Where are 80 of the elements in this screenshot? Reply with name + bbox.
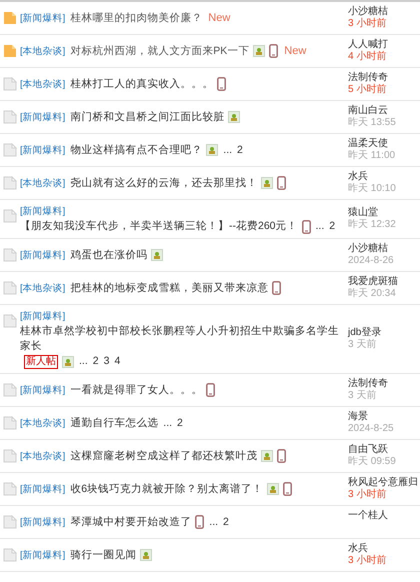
category-link[interactable]: [本地杂谈]: [20, 416, 66, 430]
thread-title-link[interactable]: 【朋友知我没车代步，半卖半送辆三轮！】--花费260元！: [20, 219, 298, 234]
author-link[interactable]: 南山白云: [348, 105, 420, 117]
author-link[interactable]: 水兵: [348, 543, 420, 555]
author-link[interactable]: 法制传奇: [348, 378, 420, 390]
category-link[interactable]: [本地杂谈]: [20, 76, 66, 92]
page-link[interactable]: ...: [79, 354, 88, 369]
thread-title-link[interactable]: 南门桥和文昌桥之间江面比较脏: [70, 110, 224, 124]
thread-title-link[interactable]: 骑行一圈见闻: [70, 548, 136, 562]
category-link[interactable]: [新闻爆料]: [20, 10, 66, 26]
category-link[interactable]: [新闻爆料]: [20, 142, 66, 158]
category-link[interactable]: [新闻爆料]: [20, 482, 66, 496]
post-time: 3 天前: [348, 339, 378, 351]
author-link[interactable]: 水兵: [348, 171, 420, 183]
newbie-badge: 新人帖: [24, 354, 58, 368]
thread-title-link[interactable]: 桂林打工人的真实收入。。。: [70, 76, 214, 92]
page-link[interactable]: ...: [316, 219, 324, 234]
page-link[interactable]: 2: [223, 514, 229, 530]
category-link[interactable]: [新闻爆料]: [20, 309, 66, 324]
author-link[interactable]: 一个桂人: [348, 510, 420, 522]
post-time: 3 小时前: [348, 18, 388, 30]
post-time: 昨天 11:00: [348, 150, 396, 162]
page-link[interactable]: 2: [237, 142, 243, 158]
page-link[interactable]: ...: [223, 142, 232, 158]
post-time: 4 小时前: [348, 51, 388, 63]
author-link[interactable]: 猿山堂: [348, 207, 420, 219]
new-label: New: [284, 44, 306, 58]
category-link[interactable]: [新闻爆料]: [20, 248, 66, 262]
post-time: 3 小时前: [348, 555, 388, 567]
post-time: 昨天 13:55: [348, 117, 397, 129]
page-link[interactable]: 2: [92, 354, 99, 369]
thread-title-link[interactable]: 桂林市卓然学校初中部校长张鹏程等人小升初招生中欺骗多名学生家长: [20, 324, 344, 354]
category-link[interactable]: [新闻爆料]: [20, 548, 66, 562]
thread-title-link[interactable]: 通勤自行车怎么选: [70, 416, 158, 430]
page-link[interactable]: 4: [114, 354, 120, 369]
thread-title-link[interactable]: 收6块钱巧克力就被开除？别太离谱了！: [70, 482, 264, 496]
thread-title-link[interactable]: 桂林哪里的扣肉物美价廉？: [70, 10, 202, 26]
folder-icon: [2, 44, 18, 58]
thread-title-link[interactable]: 尧山就有这么好的云海，还去那里找！: [70, 176, 258, 190]
author-link[interactable]: jdb登录: [348, 327, 420, 339]
thread-title-link[interactable]: 物业这样搞有点不合理吧？: [70, 142, 202, 158]
post-time: 昨天 20:34: [348, 288, 397, 300]
post-time: 2024-8-26: [348, 255, 395, 267]
post-time: 昨天 12:32: [348, 219, 397, 231]
thread-title-link[interactable]: 对标杭州西湖，就人文方面来PK一下: [70, 44, 250, 58]
page-link[interactable]: 2: [177, 416, 183, 430]
category-link[interactable]: [新闻爆料]: [20, 204, 66, 219]
author-link[interactable]: 秋风起兮意雁归: [348, 477, 420, 489]
author-link[interactable]: 海景: [348, 411, 420, 423]
thread-title-link[interactable]: 一看就是得罪了女人。。。: [70, 382, 202, 398]
folder-icon: [2, 11, 18, 25]
author-link[interactable]: 温柔天使: [348, 138, 420, 150]
category-link[interactable]: [新闻爆料]: [20, 382, 66, 398]
author-link[interactable]: 我爱虎斑猫: [348, 276, 420, 288]
thread-title-link[interactable]: 把桂林的地标变成雪糕，美丽又带来凉意: [70, 280, 268, 296]
new-label: New: [208, 10, 230, 26]
category-link[interactable]: [本地杂谈]: [20, 280, 66, 296]
category-link[interactable]: [本地杂谈]: [20, 176, 66, 190]
post-time: 3 天前: [348, 390, 378, 402]
thread-title-link[interactable]: 这棵窟窿老树空成这样了都还枝繁叶茂: [70, 448, 258, 464]
post-time: 2024-8-25: [348, 423, 395, 435]
page-link[interactable]: 3: [104, 354, 110, 369]
category-link[interactable]: [本地杂谈]: [20, 448, 66, 464]
post-time: 5 小时前: [348, 84, 388, 96]
category-link[interactable]: [新闻爆料]: [20, 514, 66, 530]
author-link[interactable]: 小沙糖桔: [348, 243, 420, 255]
category-link[interactable]: [本地杂谈]: [20, 44, 66, 58]
author-link[interactable]: 法制传奇: [348, 72, 420, 84]
thread-title-link[interactable]: 琴潭城中村要开始改造了: [70, 514, 192, 530]
page-link[interactable]: 2: [329, 219, 336, 234]
post-time: 昨天 10:10: [348, 183, 397, 195]
post-time: 昨天 09:59: [348, 456, 397, 468]
author-link[interactable]: 小沙糖桔: [348, 6, 420, 18]
page-link[interactable]: ...: [163, 416, 172, 430]
author-link[interactable]: 人人喊打: [348, 39, 420, 51]
category-link[interactable]: [新闻爆料]: [20, 110, 66, 124]
author-link[interactable]: 自由飞跃: [348, 444, 420, 456]
post-time: 3 小时前: [348, 489, 388, 501]
page-link[interactable]: ...: [209, 514, 218, 530]
thread-title-link[interactable]: 鸡蛋也在涨价吗: [70, 248, 148, 262]
